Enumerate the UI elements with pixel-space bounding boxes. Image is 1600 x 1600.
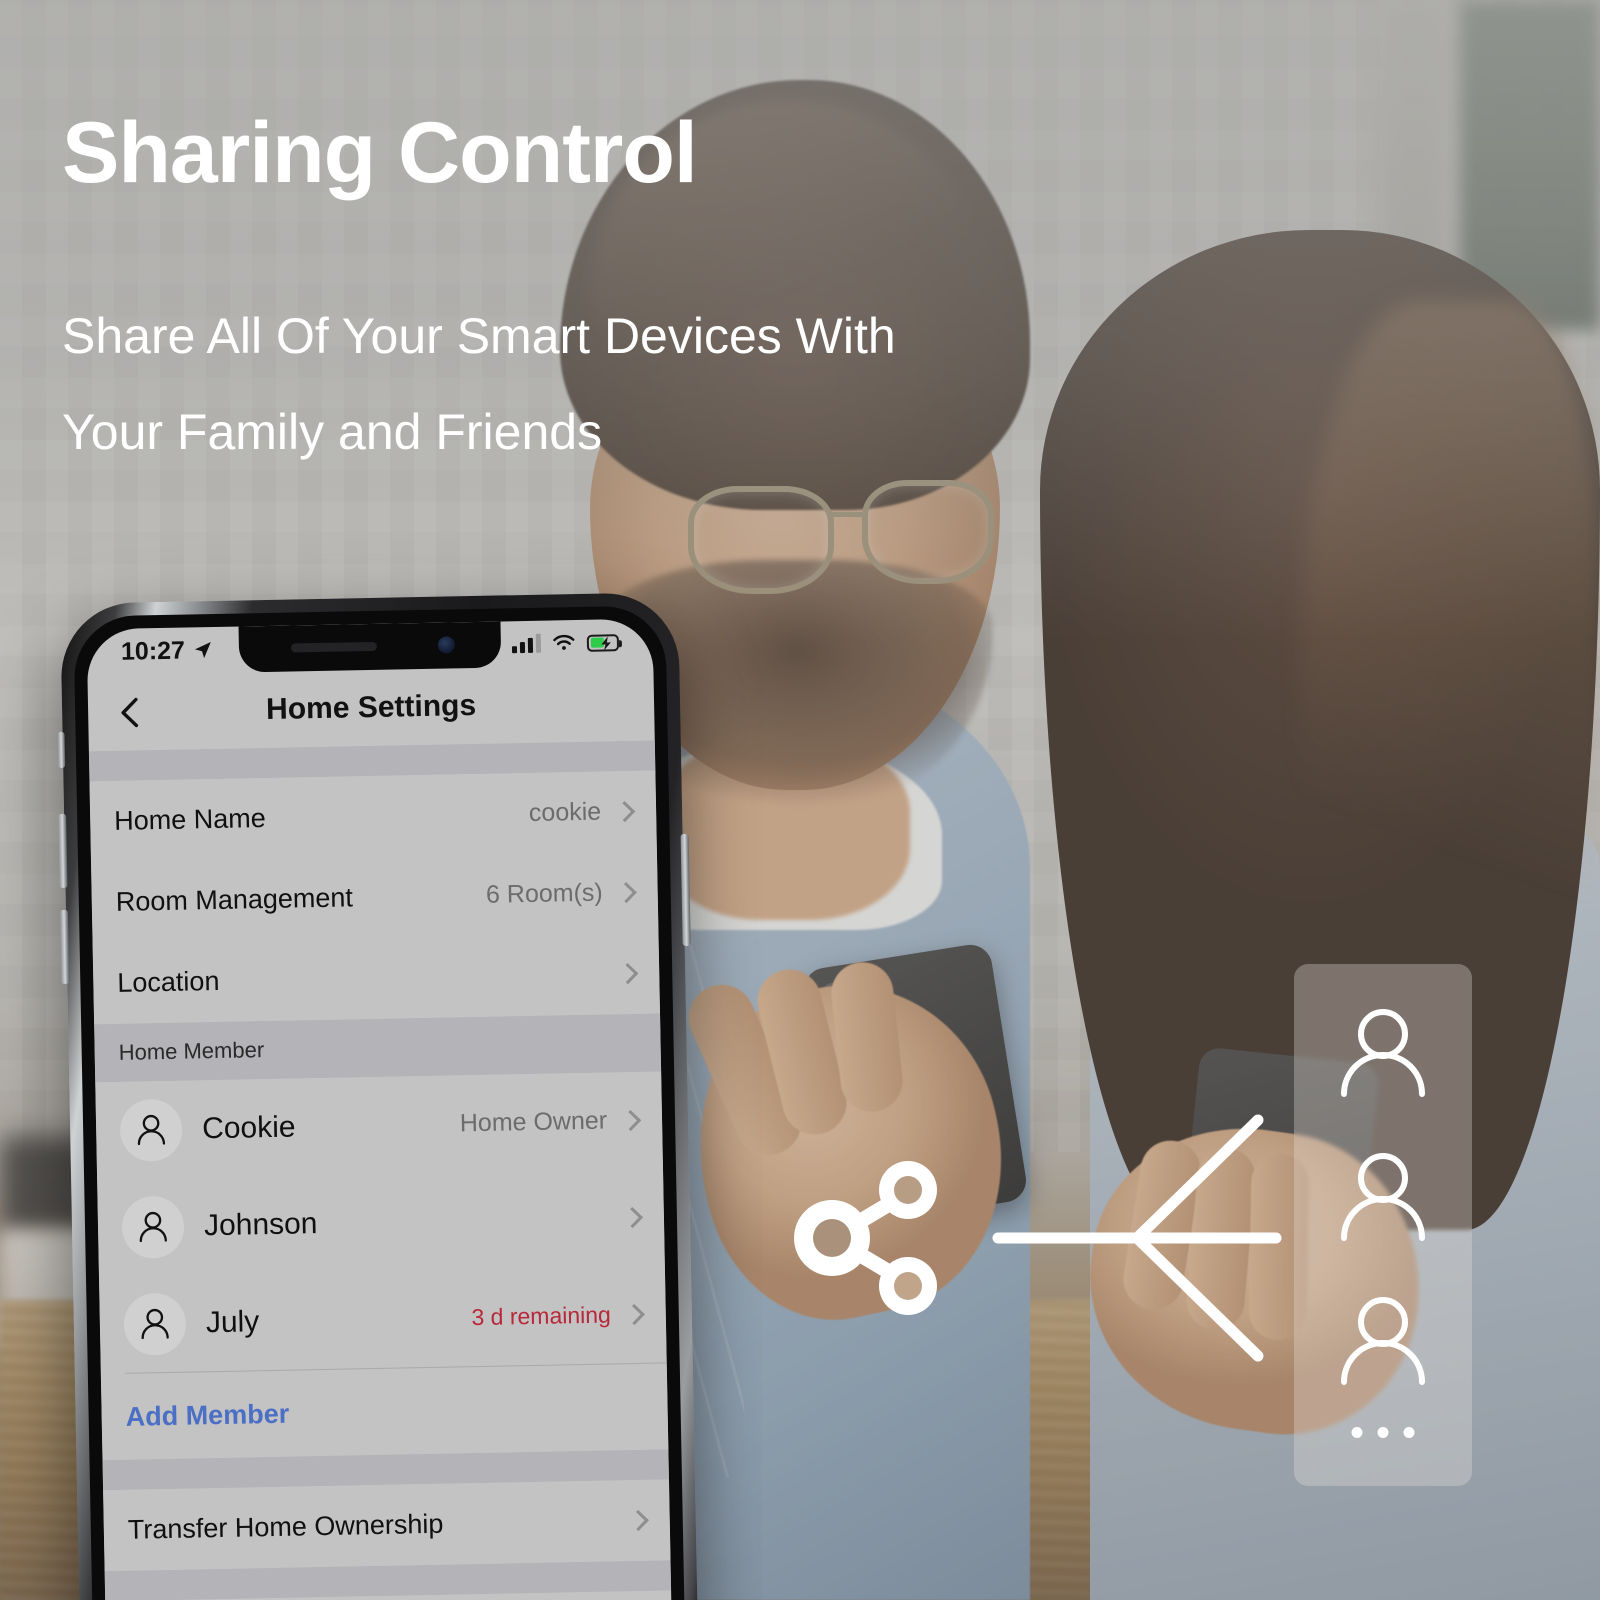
row-value: 6 Room(s) [485,878,603,909]
page-title: Sharing Control [62,105,698,201]
row-transfer-ownership[interactable]: Transfer Home Ownership [103,1479,670,1571]
member-list: Cookie Home Owner Johnson July 3 d remai… [95,1071,669,1461]
status-bar-left: 10:27 [121,636,213,667]
row-location[interactable]: Location [93,933,660,1025]
front-camera-icon [437,636,456,654]
screen-title: Home Settings [265,688,477,726]
add-member-label: Add Member [125,1398,290,1432]
chevron-right-icon [619,1109,642,1132]
cellular-signal-icon [511,633,542,654]
chevron-left-icon[interactable] [114,695,149,730]
earpiece-speaker [290,641,378,653]
person-icon [141,1308,169,1339]
mute-switch-button[interactable] [57,731,66,768]
row-label: Location [117,965,220,998]
wifi-icon [553,634,575,650]
status-bar-right [511,633,620,654]
chevron-right-icon [617,962,639,985]
phone-mockup: 10:27 Home Settings Home Name cookie Roo… [57,592,699,1600]
chevron-right-icon [615,882,637,904]
person-icon [1341,1009,1425,1097]
member-row-johnson[interactable]: Johnson [97,1168,665,1276]
share-nodes-icon [794,1114,1282,1362]
section-header-label: Home Member [118,1037,265,1065]
shared-people-panel [1294,964,1472,1486]
member-row-july[interactable]: July 3 d remaining [99,1265,667,1373]
person-icon [1341,1153,1425,1241]
chevron-right-icon [621,1206,644,1229]
person-icon [139,1211,167,1242]
member-name: Cookie [201,1110,296,1145]
member-name: July [205,1304,260,1339]
chevron-right-icon [623,1303,645,1326]
member-status: 3 d remaining [471,1301,612,1331]
ellipsis-icon[interactable] [1351,1427,1415,1438]
chevron-right-icon [614,801,636,823]
row-home-name[interactable]: Home Name cookie [89,771,656,863]
phone-notch [238,621,502,673]
member-status: Home Owner [459,1106,608,1138]
row-value: cookie [528,797,602,827]
charging-bolt-icon [601,635,611,650]
row-label: Home Name [113,803,267,836]
person-icon [1341,1297,1425,1385]
hero-subtitle-line-1: Share All Of Your Smart Devices With [62,308,896,364]
ownership-list: Transfer Home Ownership [103,1479,671,1572]
section-header-home-member: Home Member [94,1013,662,1083]
chevron-right-icon [627,1509,649,1532]
settings-list: Home Name cookie Room Management 6 Room(… [89,770,661,1025]
member-name: Johnson [203,1206,318,1242]
add-member-button[interactable]: Add Member [101,1363,669,1460]
person-icon [137,1114,166,1145]
volume-up-button[interactable] [58,813,68,888]
member-row-cookie[interactable]: Cookie Home Owner [95,1071,663,1179]
hero-subtitle: Share All Of Your Smart Devices With You… [62,288,1182,480]
avatar [119,1098,183,1162]
row-label: Transfer Home Ownership [127,1508,444,1545]
phone-screen: 10:27 Home Settings Home Name cookie Roo… [86,618,673,1600]
row-room-management[interactable]: Room Management 6 Room(s) [91,852,658,944]
hero-text-block: Sharing Control Share All Of Your Smart … [62,110,1182,480]
avatar [123,1292,187,1356]
hero-subtitle-line-2: Your Family and Friends [62,404,603,460]
battery-charging-icon [586,633,620,652]
navigation-bar: Home Settings [87,665,654,752]
avatar [121,1195,185,1259]
volume-down-button[interactable] [59,909,70,984]
row-label: Room Management [115,882,354,917]
location-arrow-icon [194,642,211,659]
status-bar-time: 10:27 [120,636,186,666]
